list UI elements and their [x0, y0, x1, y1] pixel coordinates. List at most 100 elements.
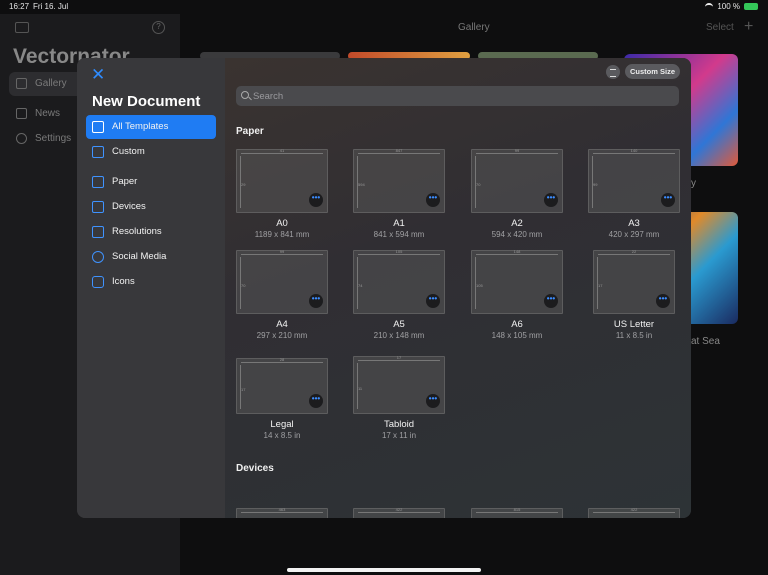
home-indicator[interactable]	[287, 568, 481, 572]
category-label: Social Media	[112, 251, 167, 262]
template-card[interactable]: 41 29 ••• A0 1189 x 841 mm	[236, 148, 328, 239]
template-thumbnail: 105 74 •••	[353, 249, 445, 314]
category-social-media[interactable]: Social Media	[86, 245, 216, 269]
template-thumbnail: 99 70 •••	[236, 249, 328, 314]
template-thumbnail: 17 11 •••	[353, 355, 445, 414]
template-name: A3	[628, 218, 640, 229]
more-icon[interactable]: •••	[544, 193, 558, 207]
artwork-caption: y	[691, 178, 696, 189]
template-name: A0	[276, 218, 288, 229]
template-size: 14 x 8.5 in	[263, 431, 301, 440]
more-icon[interactable]: •••	[426, 294, 440, 308]
template-card[interactable]: 422	[588, 507, 680, 518]
template-name: A6	[511, 319, 523, 330]
template-size: 210 x 148 mm	[373, 331, 425, 340]
template-size: 420 x 297 mm	[608, 230, 660, 239]
list-view-icon[interactable]	[606, 65, 620, 79]
resolution-icon	[92, 226, 104, 238]
paper-icon	[92, 176, 104, 188]
category-custom[interactable]: Custom	[86, 140, 216, 164]
dialog-title: New Document	[92, 93, 201, 110]
more-icon[interactable]: •••	[656, 294, 670, 308]
template-size: 297 x 210 mm	[256, 331, 308, 340]
template-size: 148 x 105 mm	[491, 331, 543, 340]
template-thumbnail: 463	[236, 507, 328, 518]
battery-icon	[744, 3, 758, 10]
template-name: A5	[393, 319, 405, 330]
template-card[interactable]: 422	[353, 507, 445, 518]
template-thumbnail: 99 70 •••	[471, 148, 563, 213]
more-icon[interactable]: •••	[661, 193, 675, 207]
status-indicators: 100 %	[705, 2, 758, 11]
template-card[interactable]: 140 99 ••• A3 420 x 297 mm	[588, 148, 680, 239]
custom-size-button[interactable]: Custom Size	[625, 64, 680, 79]
more-icon[interactable]: •••	[309, 294, 323, 308]
category-devices[interactable]: Devices	[86, 195, 216, 219]
template-card[interactable]: 22 17 ••• US Letter 11 x 8.5 in	[588, 249, 680, 340]
template-name: Tabloid	[383, 419, 415, 430]
gallery-icon	[16, 78, 27, 89]
doc-icon	[92, 146, 104, 158]
template-thumbnail: 847 594 •••	[353, 148, 445, 213]
app-icon	[92, 276, 104, 288]
template-card[interactable]: 148 105 ••• A6 148 x 105 mm	[471, 249, 563, 340]
category-label: Resolutions	[112, 226, 162, 237]
status-date: Fri 16. Jul	[33, 2, 69, 11]
template-category-sidebar: ✕ New Document All Templates Custom Pape…	[77, 58, 225, 518]
close-icon[interactable]: ✕	[91, 66, 105, 83]
category-resolutions[interactable]: Resolutions	[86, 220, 216, 244]
template-browser: Custom Size Paper 41 29 ••• A0 1189 x 84…	[225, 58, 691, 518]
more-icon[interactable]: •••	[426, 193, 440, 207]
category-icons[interactable]: Icons	[86, 270, 216, 294]
select-button[interactable]: Select	[706, 22, 734, 33]
wifi-icon	[705, 3, 714, 10]
artwork-caption: at Sea	[691, 336, 720, 347]
gear-icon	[16, 133, 27, 144]
category-label: Paper	[112, 176, 138, 187]
category-label: All Templates	[112, 121, 169, 132]
template-card[interactable]: 28 17 ••• Legal 14 x 8.5 in	[236, 357, 328, 440]
section-title-devices: Devices	[236, 463, 274, 474]
gallery-title: Gallery	[458, 22, 490, 33]
template-thumbnail: 422	[353, 507, 445, 518]
search-input[interactable]	[253, 86, 673, 106]
sidebar-toggle-icon[interactable]	[15, 22, 29, 33]
more-icon[interactable]: •••	[426, 394, 440, 408]
template-card[interactable]: 17 11 ••• Tabloid 17 x 11 in	[353, 355, 445, 440]
template-card[interactable]: 99 70 ••• A2 594 x 420 mm	[471, 148, 563, 239]
template-thumbnail: 148 105 •••	[471, 249, 563, 314]
template-thumbnail: 28 17 •••	[236, 357, 328, 414]
template-name: Legal	[270, 419, 294, 430]
sidebar-item-label: Gallery	[35, 78, 67, 89]
help-icon[interactable]: ?	[152, 21, 165, 34]
template-card[interactable]: 105 74 ••• A5 210 x 148 mm	[353, 249, 445, 340]
template-card[interactable]: 847 594 ••• A1 841 x 594 mm	[353, 148, 445, 239]
template-size: 1189 x 841 mm	[254, 230, 310, 239]
category-paper[interactable]: Paper	[86, 170, 216, 194]
more-icon[interactable]: •••	[309, 394, 323, 408]
template-card[interactable]: 99 70 ••• A4 297 x 210 mm	[236, 249, 328, 340]
category-label: Custom	[112, 146, 145, 157]
template-card[interactable]: 463	[236, 507, 328, 518]
search-icon	[241, 91, 249, 99]
add-icon[interactable]: +	[744, 18, 753, 36]
more-icon[interactable]: •••	[544, 294, 558, 308]
news-icon	[16, 108, 27, 119]
section-title-paper: Paper	[236, 126, 264, 137]
search-bar	[236, 86, 679, 106]
template-thumbnail: 41 29 •••	[236, 148, 328, 213]
status-bar: 16:27 Fri 16. Jul 100 %	[0, 0, 768, 14]
category-label: Devices	[112, 201, 146, 212]
template-size: 11 x 8.5 in	[615, 331, 653, 340]
grid-icon	[92, 121, 104, 133]
template-name: A4	[276, 319, 288, 330]
category-all-templates[interactable]: All Templates	[86, 115, 216, 139]
template-card[interactable]: 815	[471, 507, 563, 518]
more-icon[interactable]: •••	[309, 193, 323, 207]
template-thumbnail: 140 99 •••	[588, 148, 680, 213]
category-label: Icons	[112, 276, 135, 287]
battery-percent: 100 %	[717, 2, 740, 11]
template-size: 841 x 594 mm	[373, 230, 425, 239]
template-name: A2	[511, 218, 523, 229]
sidebar-item-label: News	[35, 108, 61, 119]
